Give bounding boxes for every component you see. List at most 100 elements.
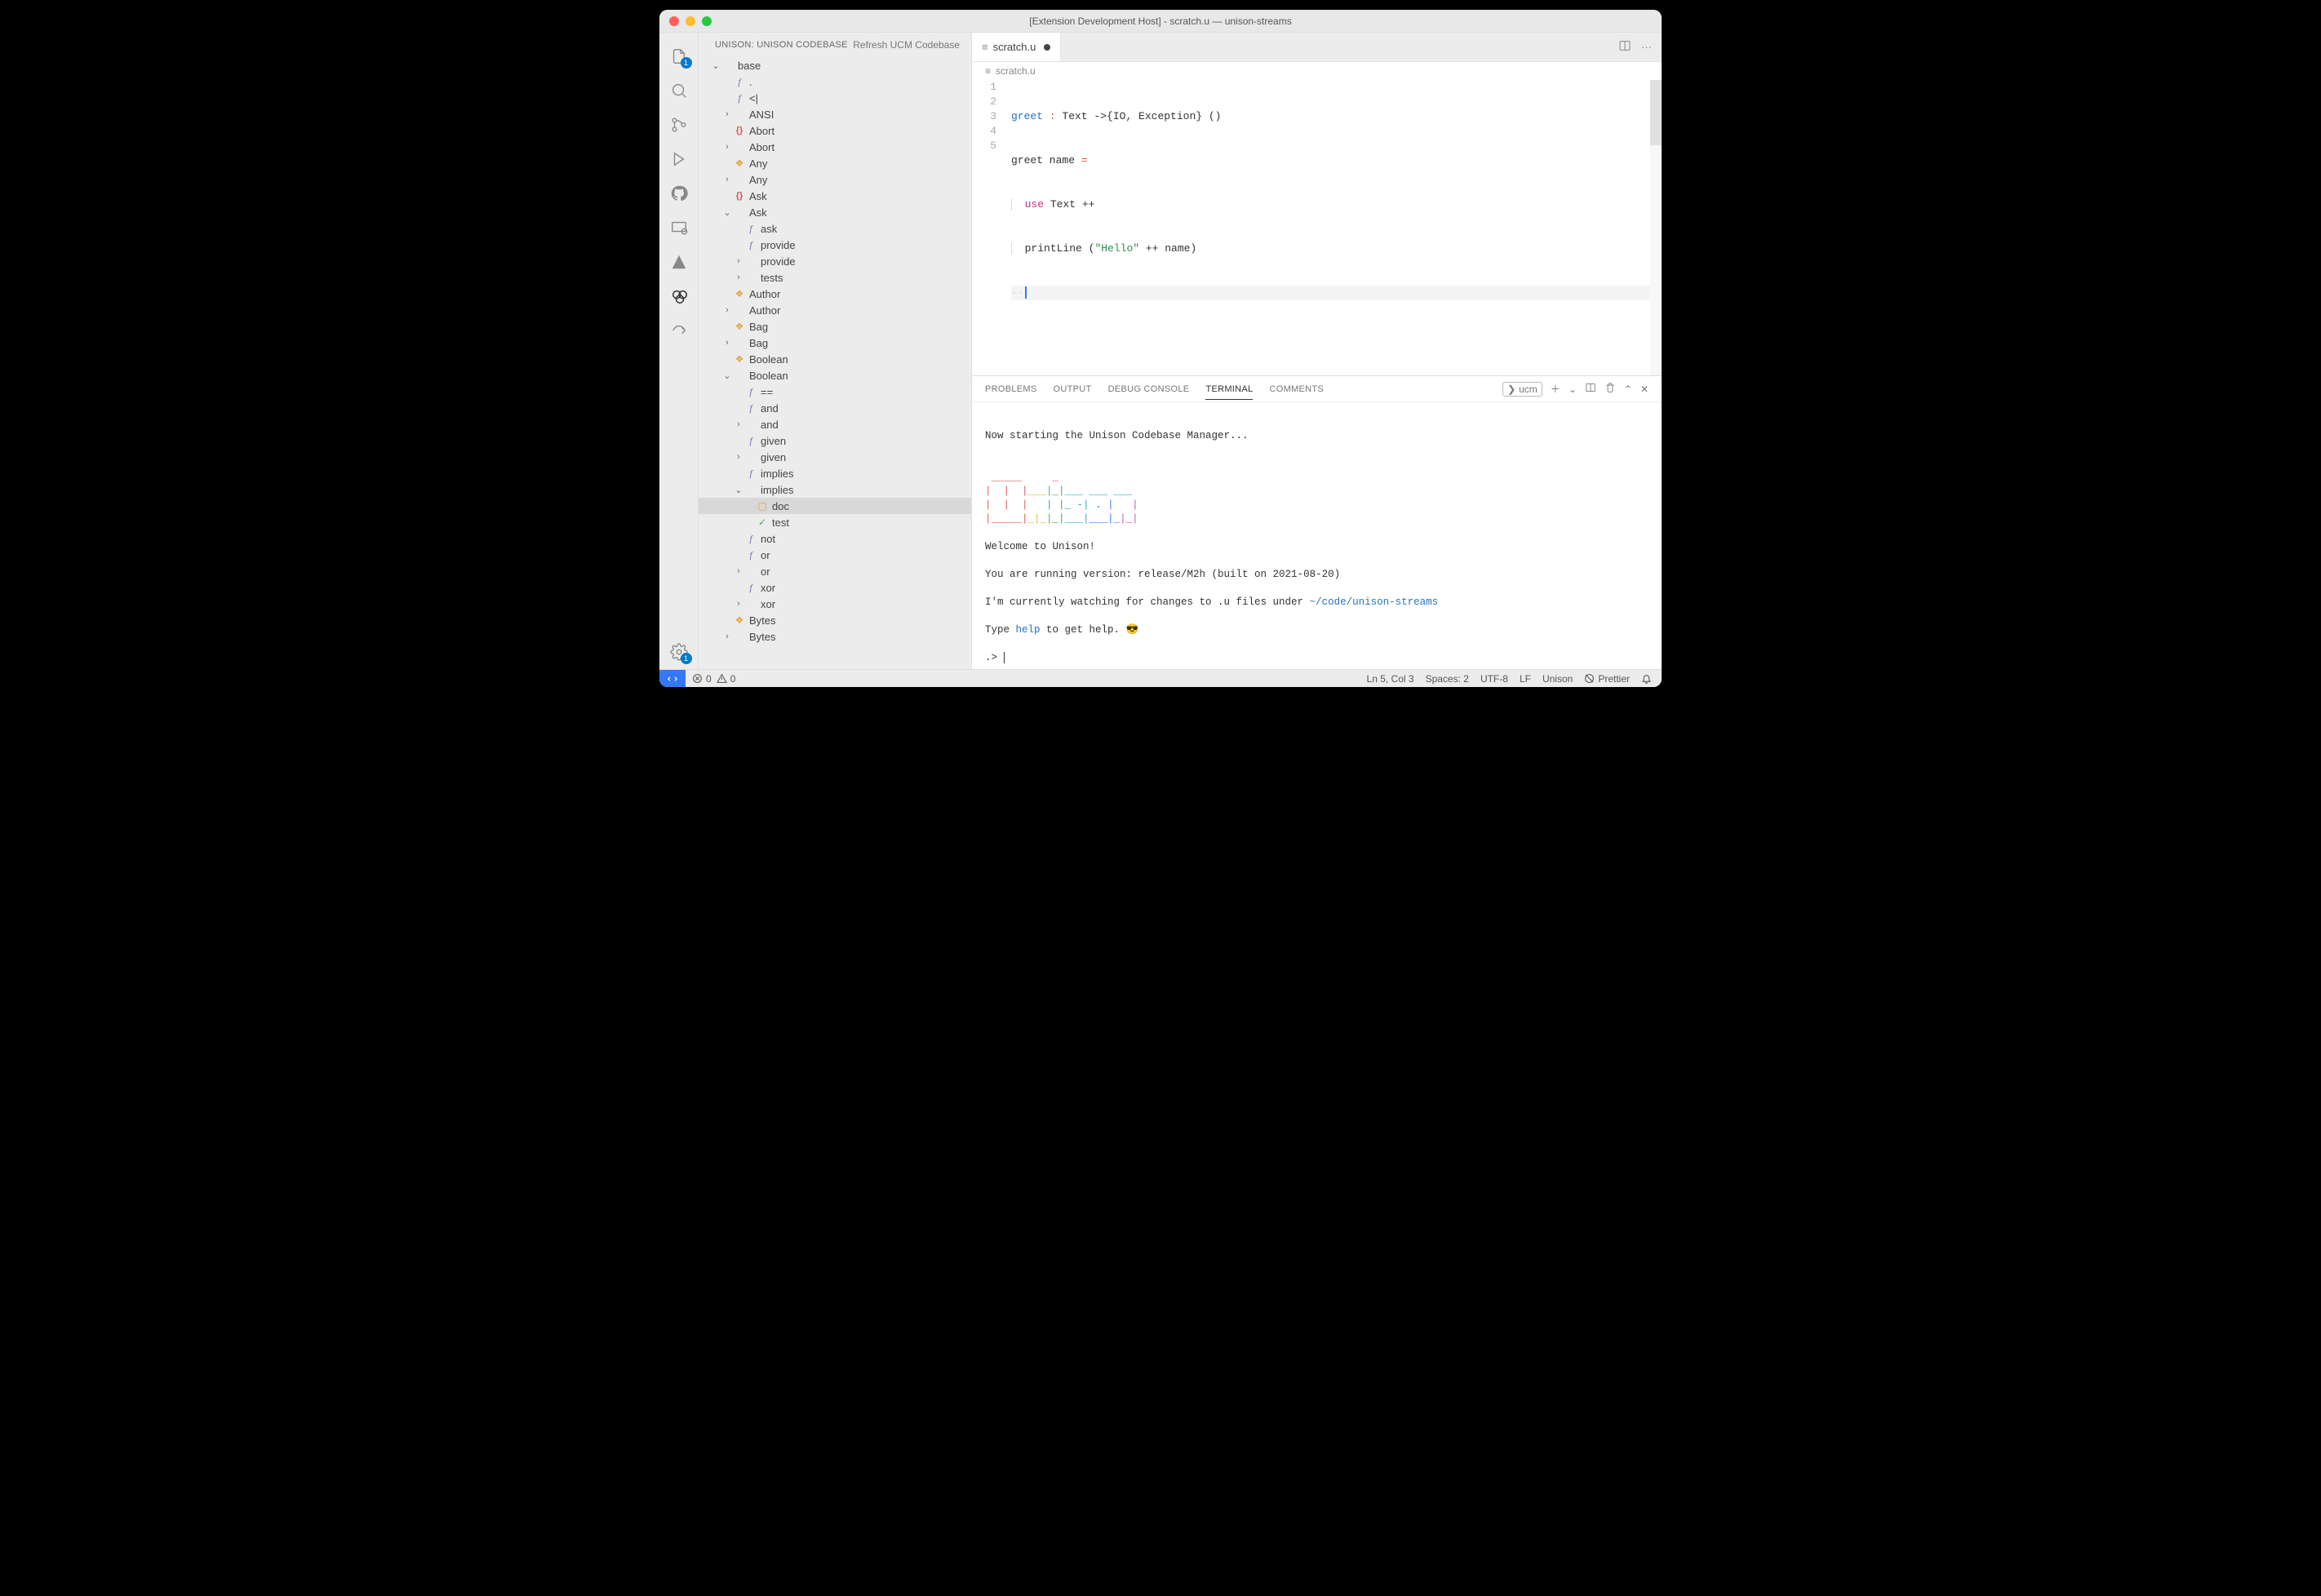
tree-row[interactable]: ›given (699, 449, 971, 465)
tree-row[interactable]: ▢doc (699, 498, 971, 514)
unison-icon[interactable] (659, 279, 699, 313)
tree-row[interactable]: ❖Boolean (699, 351, 971, 367)
azure-icon[interactable] (659, 245, 699, 279)
tree-row[interactable]: ⌄Ask (699, 204, 971, 220)
maximize-panel-icon[interactable]: ⌃ (1624, 383, 1632, 395)
twisty-icon[interactable]: ⌄ (733, 485, 744, 495)
minimap-viewport[interactable] (1650, 80, 1662, 145)
twisty-icon[interactable]: › (721, 632, 733, 641)
tree-row[interactable]: ›Bag (699, 335, 971, 351)
twisty-icon[interactable]: › (721, 175, 733, 184)
tree-row[interactable]: {}Abort (699, 122, 971, 139)
errors-indicator[interactable]: 0 (692, 673, 712, 685)
language-mode[interactable]: Unison (1542, 673, 1573, 685)
twisty-icon[interactable]: ⌄ (710, 60, 721, 71)
twisty-icon[interactable]: ⌄ (721, 370, 733, 381)
twisty-icon[interactable]: › (721, 142, 733, 152)
prettier-status[interactable]: Prettier (1584, 673, 1630, 685)
tree-row[interactable]: ⌄Boolean (699, 367, 971, 383)
tree-row[interactable]: ›Bytes (699, 628, 971, 645)
tree-row[interactable]: ❖Bag (699, 318, 971, 335)
run-debug-icon[interactable] (659, 142, 699, 176)
tree-row[interactable]: ›Abort (699, 139, 971, 155)
twisty-icon[interactable]: › (733, 256, 744, 266)
breadcrumb[interactable]: ≡ scratch.u (972, 62, 1662, 80)
codebase-tree[interactable]: ⌄basef.f<|›ANSI{}Abort›Abort❖Any›Any{}As… (699, 57, 971, 669)
refresh-codebase-action[interactable]: Refresh UCM Codebase (853, 39, 960, 51)
remote-explorer-icon[interactable] (659, 211, 699, 245)
twisty-icon[interactable]: › (733, 273, 744, 282)
twisty-icon[interactable]: ⌄ (721, 207, 733, 218)
tree-row[interactable]: fand (699, 400, 971, 416)
explorer-icon[interactable]: 1 (659, 39, 699, 73)
encoding[interactable]: UTF-8 (1480, 673, 1508, 685)
notifications-icon[interactable] (1641, 673, 1652, 684)
tree-row[interactable]: ›provide (699, 253, 971, 269)
tree-row[interactable]: f. (699, 73, 971, 90)
tree-row[interactable]: fnot (699, 530, 971, 547)
tree-row[interactable]: fask (699, 220, 971, 237)
panel-tab-output[interactable]: OUTPUT (1054, 384, 1092, 394)
terminal-profile-icon[interactable]: ❯ucm (1502, 382, 1542, 397)
tree-row[interactable]: f== (699, 383, 971, 400)
split-editor-icon[interactable] (1618, 39, 1631, 55)
indentation[interactable]: Spaces: 2 (1426, 673, 1469, 685)
panel-tab-comments[interactable]: COMMENTS (1269, 384, 1324, 394)
terminal-prompt[interactable]: .> (985, 651, 1649, 665)
maximize-button[interactable] (702, 16, 712, 26)
github-icon[interactable] (659, 176, 699, 211)
twisty-icon[interactable]: › (733, 419, 744, 429)
terminal[interactable]: Now starting the Unison Codebase Manager… (972, 402, 1662, 669)
tree-row[interactable]: fxor (699, 579, 971, 596)
warnings-indicator[interactable]: 0 (717, 673, 736, 685)
remote-indicator-icon[interactable] (659, 670, 686, 688)
panel-tab-problems[interactable]: PROBLEMS (985, 384, 1037, 394)
minimap[interactable] (1650, 80, 1662, 375)
tree-row[interactable]: ⌄base (699, 57, 971, 73)
tree-row[interactable]: ›or (699, 563, 971, 579)
settings-icon[interactable]: 1 (659, 635, 699, 669)
split-terminal-icon[interactable] (1585, 382, 1596, 396)
tree-label: Author (749, 288, 780, 300)
terminal-dropdown-icon[interactable]: ⌄ (1569, 383, 1577, 395)
tree-row[interactable]: fprovide (699, 237, 971, 253)
tree-row[interactable]: ⌄implies (699, 481, 971, 498)
kill-terminal-icon[interactable] (1604, 382, 1616, 396)
editor-tab-scratch[interactable]: ≡ scratch.u (972, 33, 1061, 61)
tree-row[interactable]: for (699, 547, 971, 563)
eol[interactable]: LF (1520, 673, 1531, 685)
code-area[interactable]: greet : Text ->{IO, Exception} () greet … (1011, 80, 1662, 375)
twisty-icon[interactable]: › (721, 305, 733, 315)
tree-row[interactable]: fgiven (699, 432, 971, 449)
twisty-icon[interactable]: › (721, 109, 733, 119)
close-panel-icon[interactable]: ✕ (1640, 383, 1649, 395)
tree-row[interactable]: ›xor (699, 596, 971, 612)
tree-row[interactable]: fimplies (699, 465, 971, 481)
tree-row[interactable]: ❖Author (699, 286, 971, 302)
tree-row[interactable]: ›ANSI (699, 106, 971, 122)
share-icon[interactable] (659, 313, 699, 348)
panel-tab-debug[interactable]: DEBUG CONSOLE (1108, 384, 1190, 394)
tree-row[interactable]: ❖Any (699, 155, 971, 171)
tree-row[interactable]: ❖Bytes (699, 612, 971, 628)
editor-body[interactable]: 1 2 3 4 5 greet : Text ->{IO, Exception}… (972, 80, 1662, 375)
twisty-icon[interactable]: › (733, 599, 744, 609)
twisty-icon[interactable]: › (733, 452, 744, 462)
tree-row[interactable]: ›and (699, 416, 971, 432)
more-actions-icon[interactable]: ··· (1641, 41, 1652, 53)
tree-row[interactable]: ✓test (699, 514, 971, 530)
tree-row[interactable]: ›Author (699, 302, 971, 318)
search-icon[interactable] (659, 73, 699, 108)
tree-row[interactable]: {}Ask (699, 188, 971, 204)
close-button[interactable] (669, 16, 679, 26)
twisty-icon[interactable]: › (733, 566, 744, 576)
source-control-icon[interactable] (659, 108, 699, 142)
tree-row[interactable]: f<| (699, 90, 971, 106)
tree-row[interactable]: ›Any (699, 171, 971, 188)
twisty-icon[interactable]: › (721, 338, 733, 348)
minimize-button[interactable] (686, 16, 695, 26)
panel-tab-terminal[interactable]: TERMINAL (1205, 384, 1253, 400)
tree-row[interactable]: ›tests (699, 269, 971, 286)
new-terminal-icon[interactable]: ＋ (1551, 382, 1560, 396)
cursor-position[interactable]: Ln 5, Col 3 (1367, 673, 1414, 685)
